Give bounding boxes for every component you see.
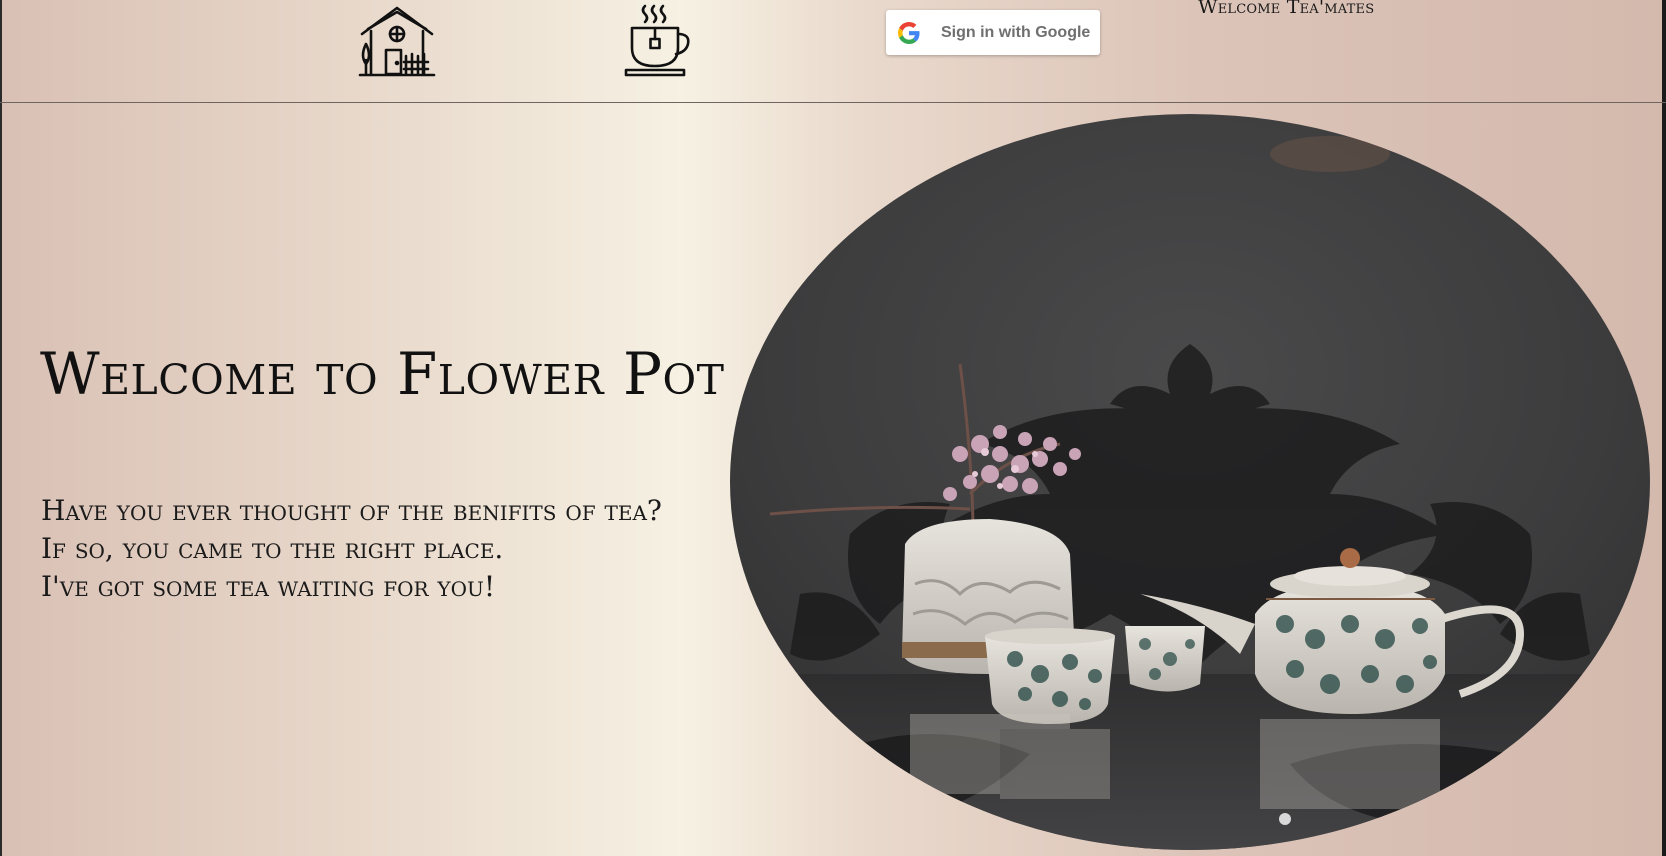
left-frame-edge [0,0,2,856]
welcome-greeting: Welcome Tea'mates [1198,0,1375,18]
google-sign-in-label: Sign in with Google [941,23,1091,41]
tea-link[interactable] [622,2,692,78]
hero-tagline: Have you ever thought of the benifits of… [41,492,662,606]
page-title: Welcome to Flower Pot [40,340,725,408]
google-g-icon [898,21,920,44]
tagline-line: I've got some tea waiting for you! [41,570,496,603]
right-frame-edge [1662,0,1666,856]
home-link[interactable] [358,4,436,78]
tagline-line: If so, you came to the right place. [41,532,504,565]
tea-cup-icon [624,4,690,77]
tagline-line: Have you ever thought of the benifits of… [41,494,662,527]
google-sign-in-button[interactable]: Sign in with Google [886,10,1100,55]
top-nav-bar: Sign in with Google Welcome Tea'mates [0,0,1666,103]
house-icon [358,6,436,77]
teapot-photo [730,114,1650,850]
